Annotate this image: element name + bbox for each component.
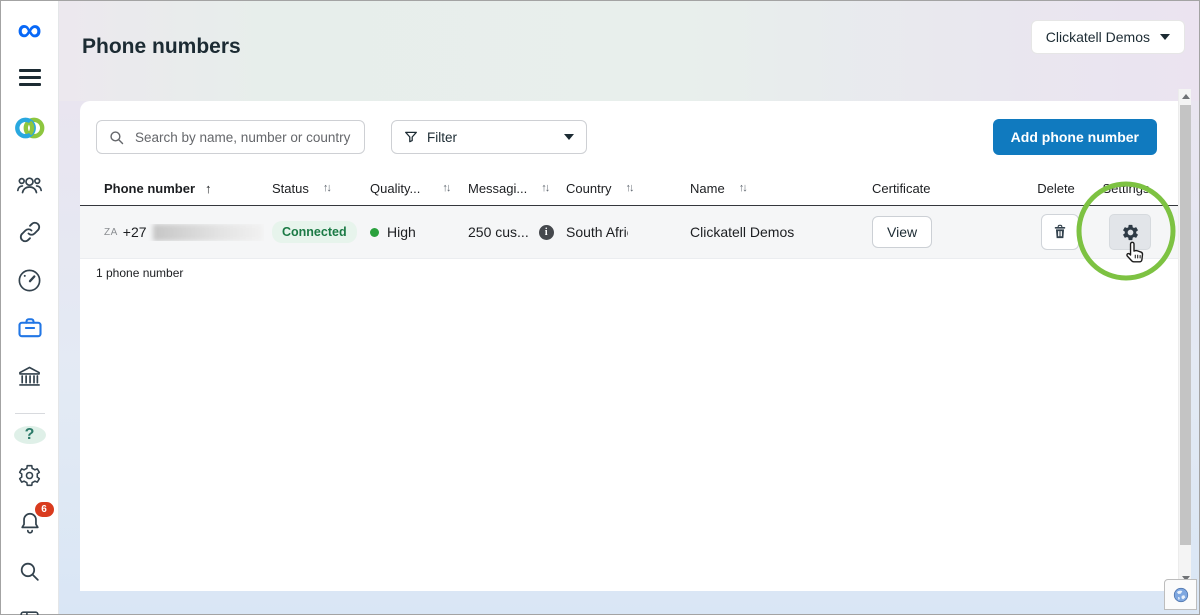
toolbar: Filter Add phone number [96, 119, 1157, 155]
cell-country: South Africa [558, 224, 682, 240]
workspace-briefcase-icon[interactable] [10, 311, 50, 345]
integrations-link-icon[interactable] [10, 215, 50, 249]
filter-funnel-icon [403, 129, 419, 145]
column-label: Settings [1103, 181, 1150, 196]
globe-icon [1172, 586, 1190, 604]
table-row[interactable]: ZA +27 Connected High 250 cus... i South… [80, 206, 1178, 259]
trash-icon [1051, 223, 1069, 241]
quality-label: High [387, 224, 416, 240]
scrollbar[interactable] [1178, 89, 1191, 586]
gear-icon [1121, 223, 1140, 242]
column-label: Certificate [872, 181, 931, 196]
search-input[interactable] [133, 129, 364, 146]
column-label: Messagi... [468, 181, 527, 196]
cell-quality: High [362, 224, 460, 240]
add-phone-number-button[interactable]: Add phone number [993, 119, 1157, 155]
info-icon[interactable]: i [539, 225, 554, 240]
column-header-country[interactable]: Country ↑↓ [558, 181, 682, 196]
page-title: Phone numbers [82, 35, 241, 59]
filter-dropdown[interactable]: Filter [391, 120, 587, 154]
app-window: ∞ [0, 0, 1200, 615]
sort-icon: ↑↓ [626, 182, 633, 194]
scroll-up-button[interactable] [1179, 89, 1192, 104]
cell-settings [1088, 214, 1164, 250]
billing-bank-icon[interactable] [10, 359, 50, 393]
country-label: South Africa [566, 224, 628, 240]
cell-delete [1024, 214, 1088, 250]
filter-label: Filter [427, 130, 457, 145]
cell-phone-number: ZA +27 [96, 224, 264, 241]
account-selector-button[interactable]: Clickatell Demos [1031, 20, 1185, 54]
column-header-delete: Delete [1024, 181, 1088, 196]
row-settings-button[interactable] [1109, 214, 1151, 250]
menu-icon[interactable] [10, 65, 50, 89]
meta-logo-icon[interactable]: ∞ [10, 11, 50, 49]
column-header-quality[interactable]: Quality... ↑↓ [362, 181, 460, 196]
help-icon[interactable]: ? [14, 426, 46, 444]
notification-badge: 6 [35, 502, 54, 517]
column-header-settings: Settings [1088, 181, 1164, 196]
column-label: Country [566, 181, 612, 196]
column-header-messaging[interactable]: Messagi... ↑↓ [460, 181, 558, 196]
sort-asc-icon: ↑ [205, 181, 212, 196]
sidebar-divider [15, 413, 45, 414]
row-count-label: 1 phone number [80, 259, 1178, 287]
delete-button[interactable] [1041, 214, 1079, 250]
contacts-icon[interactable] [10, 167, 50, 201]
table-header-row: Phone number ↑ Status ↑↓ Quality... ↑↓ M… [80, 171, 1178, 206]
column-header-certificate: Certificate [864, 181, 1024, 196]
redacted-phone-number [153, 224, 263, 241]
phone-prefix: +27 [123, 224, 147, 240]
column-label: Delete [1037, 181, 1075, 196]
phone-numbers-card: Filter Add phone number Phone number ↑ S… [80, 101, 1178, 591]
scrollbar-thumb[interactable] [1180, 105, 1191, 545]
expand-panel-icon[interactable] [10, 602, 50, 615]
sidebar: ∞ [1, 1, 59, 614]
column-header-phone-number[interactable]: Phone number ↑ [96, 181, 264, 196]
cell-certificate: View [864, 216, 1024, 248]
search-sidebar-icon[interactable] [10, 554, 50, 588]
sort-icon: ↑↓ [442, 182, 449, 194]
globe-widget[interactable] [1164, 579, 1197, 610]
cell-messaging-limit: 250 cus... i [460, 224, 558, 240]
chevron-down-icon [1160, 34, 1170, 40]
country-code-label: ZA [104, 227, 118, 238]
chevron-down-icon [564, 134, 574, 140]
status-badge: Connected [272, 221, 357, 243]
messaging-limit-label: 250 cus... [468, 224, 529, 240]
quality-dot-icon [370, 228, 379, 237]
cell-status: Connected [264, 221, 362, 243]
cell-name: Clickatell Demos [682, 224, 864, 240]
search-icon [108, 129, 125, 146]
clickatell-logo-icon[interactable] [10, 111, 50, 145]
column-header-name[interactable]: Name ↑↓ [682, 181, 864, 196]
column-label: Quality... [370, 181, 420, 196]
sort-icon: ↑↓ [739, 182, 746, 194]
column-label: Status [272, 181, 309, 196]
column-label: Name [690, 181, 725, 196]
main-area: Phone numbers Clickatell Demos [58, 1, 1199, 614]
account-selector-label: Clickatell Demos [1046, 29, 1150, 45]
name-label: Clickatell Demos [690, 224, 794, 240]
sort-icon: ↑↓ [541, 182, 548, 194]
settings-gear-icon[interactable] [10, 458, 50, 492]
column-header-status[interactable]: Status ↑↓ [264, 181, 362, 196]
sort-icon: ↑↓ [323, 182, 330, 194]
view-certificate-button[interactable]: View [872, 216, 932, 248]
search-box[interactable] [96, 120, 365, 154]
dashboard-gauge-icon[interactable] [10, 263, 50, 297]
notifications-bell-icon[interactable]: 6 [10, 506, 50, 540]
column-label: Phone number [104, 181, 195, 196]
